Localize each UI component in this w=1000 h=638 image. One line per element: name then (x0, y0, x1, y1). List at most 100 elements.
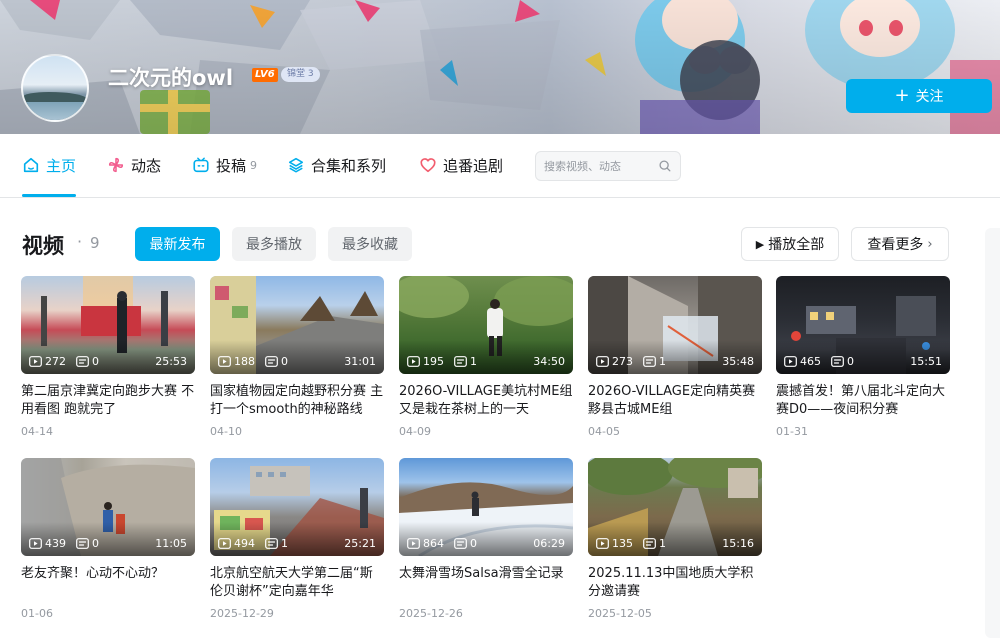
comments-stat: 0 (76, 537, 99, 550)
views-count: 494 (234, 537, 255, 550)
play-count-icon (218, 356, 231, 367)
danmaku-icon (265, 356, 278, 367)
search-icon[interactable] (658, 159, 672, 173)
video-date: 04-09 (399, 425, 431, 438)
chevron-right-icon: › (927, 236, 933, 252)
video-thumbnail[interactable]: 465 0 15:51 (776, 276, 950, 374)
danmaku-icon (265, 538, 278, 549)
danmaku-icon (454, 356, 467, 367)
tab-collections-label: 合集和系列 (311, 156, 387, 175)
layers-icon (288, 157, 304, 173)
comments-stat: 0 (454, 537, 477, 550)
danmaku-icon (76, 356, 89, 367)
video-title[interactable]: 老友齐聚！心动不心动？ (21, 565, 195, 601)
video-card[interactable]: 272 0 25:53 第二届京津冀定向跑步大赛 不用看图 跑就完了 04-14 (21, 276, 195, 438)
play-all-button[interactable]: ▶ 播放全部 (741, 227, 839, 261)
video-date: 01-31 (776, 425, 808, 438)
see-more-label: 查看更多 (867, 237, 924, 253)
video-card[interactable]: 188 0 31:01 国家植物园定向越野积分赛 主打一个smooth的神秘路线… (210, 276, 384, 438)
video-date: 01-06 (21, 607, 53, 620)
comments-stat: 1 (265, 537, 288, 550)
video-title[interactable]: 2026O-VILLAGE美坑村ME组 又是栽在茶树上的一天 (399, 383, 573, 419)
video-stats: 135 1 15:16 (596, 537, 754, 550)
video-duration: 11:05 (155, 537, 187, 550)
video-date: 2025-12-26 (399, 607, 463, 620)
video-stats: 273 1 35:48 (596, 355, 754, 368)
tab-uploads[interactable]: 投稿 9 (192, 134, 257, 196)
video-thumbnail[interactable]: 135 1 15:16 (588, 458, 762, 556)
video-title[interactable]: 2026O-VILLAGE定向精英赛 黟县古城ME组 (588, 383, 762, 419)
video-card[interactable]: 195 1 34:50 2026O-VILLAGE美坑村ME组 又是栽在茶树上的… (399, 276, 573, 438)
avatar-water (23, 102, 87, 120)
avatar[interactable] (21, 54, 89, 122)
video-title[interactable]: 第二届京津冀定向跑步大赛 不用看图 跑就完了 (21, 383, 195, 419)
play-all-label: 播放全部 (768, 237, 825, 253)
video-title[interactable]: 2025.11.13中国地质大学积分邀请赛 (588, 565, 762, 601)
profile-nav: 主页 动态 投稿 9 合集和系列 追番追剧 (0, 134, 1000, 198)
views-count: 135 (612, 537, 633, 550)
video-duration: 34:50 (533, 355, 565, 368)
video-duration: 25:53 (155, 355, 187, 368)
search-box[interactable] (535, 151, 681, 181)
views-count: 439 (45, 537, 66, 550)
comments-count: 1 (659, 537, 666, 550)
video-card[interactable]: 494 1 25:21 北京航空航天大学第二届“斯伦贝谢杯”定向嘉年华 2025… (210, 458, 384, 620)
comments-count: 0 (470, 537, 477, 550)
username: 二次元的owl (108, 66, 234, 90)
video-thumbnail[interactable]: 195 1 34:50 (399, 276, 573, 374)
video-thumbnail[interactable]: 864 0 06:29 (399, 458, 573, 556)
video-thumbnail[interactable]: 272 0 25:53 (21, 276, 195, 374)
medal-badge[interactable]: 锦堂 3 (281, 67, 320, 82)
play-icon: ▶ (755, 237, 765, 251)
tab-collections[interactable]: 合集和系列 (287, 134, 386, 196)
video-card[interactable]: 864 0 06:29 太舞滑雪场Salsa滑雪全记录 2025-12-26 (399, 458, 573, 620)
video-thumbnail[interactable]: 494 1 25:21 (210, 458, 384, 556)
plus-icon: + (894, 85, 910, 106)
views-stat: 135 (596, 537, 633, 550)
views-count: 465 (800, 355, 821, 368)
play-count-icon (29, 538, 42, 549)
sort-most-favorited-button[interactable]: 最多收藏 (328, 227, 412, 261)
video-stats: 195 1 34:50 (407, 355, 565, 368)
see-more-button[interactable]: 查看更多 › (851, 227, 949, 261)
video-card[interactable]: 135 1 15:16 2025.11.13中国地质大学积分邀请赛 2025-1… (588, 458, 762, 620)
comments-count: 0 (92, 355, 99, 368)
play-count-icon (407, 356, 420, 367)
play-count-icon (407, 538, 420, 549)
tab-bangumi[interactable]: 追番追剧 (419, 134, 503, 196)
sort-most-played-button[interactable]: 最多播放 (232, 227, 316, 261)
comments-count: 0 (847, 355, 854, 368)
video-card[interactable]: 439 0 11:05 老友齐聚！心动不心动？ 01-06 (21, 458, 195, 620)
search-input[interactable] (544, 159, 654, 173)
video-title[interactable]: 震撼首发！第八届北斗定向大赛D0——夜间积分赛 (776, 383, 950, 419)
video-duration: 31:01 (344, 355, 376, 368)
danmaku-icon (831, 356, 844, 367)
video-title[interactable]: 太舞滑雪场Salsa滑雪全记录 (399, 565, 573, 601)
comments-count: 1 (281, 537, 288, 550)
video-thumbnail[interactable]: 273 1 35:48 (588, 276, 762, 374)
follow-button-label: 关注 (915, 89, 944, 105)
video-title[interactable]: 国家植物园定向越野积分赛 主打一个smooth的神秘路线 (210, 383, 384, 419)
section-count: 9 (90, 234, 100, 252)
follow-button[interactable]: + 关注 (846, 79, 992, 113)
views-count: 272 (45, 355, 66, 368)
video-stats: 188 0 31:01 (218, 355, 376, 368)
play-count-icon (596, 538, 609, 549)
tab-home[interactable]: 主页 (22, 134, 77, 197)
video-thumbnail[interactable]: 188 0 31:01 (210, 276, 384, 374)
video-stats: 864 0 06:29 (407, 537, 565, 550)
video-duration: 06:29 (533, 537, 565, 550)
video-card[interactable]: 273 1 35:48 2026O-VILLAGE定向精英赛 黟县古城ME组 0… (588, 276, 762, 438)
side-panel-edge (985, 228, 1000, 638)
video-date: 04-10 (210, 425, 242, 438)
video-thumbnail[interactable]: 439 0 11:05 (21, 458, 195, 556)
sort-latest-button[interactable]: 最新发布 (135, 227, 220, 261)
video-title[interactable]: 北京航空航天大学第二届“斯伦贝谢杯”定向嘉年华 (210, 565, 384, 601)
views-stat: 272 (29, 355, 66, 368)
video-card[interactable]: 465 0 15:51 震撼首发！第八届北斗定向大赛D0——夜间积分赛 01-3… (776, 276, 950, 438)
views-stat: 465 (784, 355, 821, 368)
tab-dynamics[interactable]: 动态 (107, 134, 161, 196)
comments-count: 1 (659, 355, 666, 368)
views-stat: 494 (218, 537, 255, 550)
video-stats: 465 0 15:51 (784, 355, 942, 368)
